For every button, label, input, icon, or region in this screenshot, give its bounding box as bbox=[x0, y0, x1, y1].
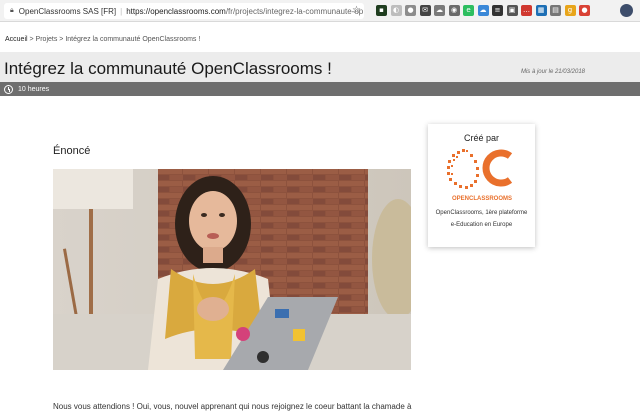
breadcrumb: Accueil > Projets > Intégrez la communau… bbox=[5, 36, 200, 43]
terminal-ext-icon[interactable]: ▪ bbox=[376, 5, 387, 16]
url-path: /fr/projects/integrez-la-communaute-op..… bbox=[225, 6, 364, 16]
grid-ext-icon[interactable]: ▤ bbox=[550, 5, 561, 16]
clock-icon bbox=[4, 84, 13, 94]
breadcrumb-home-link[interactable]: Accueil bbox=[5, 36, 28, 43]
intro-video[interactable] bbox=[53, 169, 411, 370]
hangouts-ext-icon[interactable]: ● bbox=[579, 5, 590, 16]
ublock-ext-icon[interactable]: ◉ bbox=[448, 5, 460, 16]
duration-label: 10 heures bbox=[18, 85, 50, 93]
address-bar[interactable]: 🔒︎ OpenClassrooms SAS [FR] | https://ope… bbox=[4, 3, 364, 19]
logo-pixel-dots bbox=[447, 149, 479, 189]
google-ext-icon[interactable]: g bbox=[564, 5, 576, 16]
mail-ext-icon[interactable]: ✉ bbox=[419, 5, 431, 16]
cloud-ext-icon[interactable]: ☁ bbox=[434, 5, 445, 16]
author-card: Créé par OPENCLASSROOMS OpenClassrooms, … bbox=[428, 124, 535, 247]
page-title: Intégrez la communauté OpenClassrooms ! bbox=[4, 59, 332, 78]
dashlane-ext-icon[interactable]: ▦ bbox=[535, 5, 547, 16]
author-description-line2: e-Education en Europe bbox=[450, 222, 513, 228]
updated-date: Mis à jour le 21/03/2018 bbox=[520, 69, 585, 75]
url-text[interactable]: https://openclassrooms.com/fr/projects/i… bbox=[126, 7, 364, 16]
duration-bar: 10 heures bbox=[0, 82, 640, 96]
profile-avatar-icon[interactable] bbox=[620, 4, 633, 17]
video-frame-image bbox=[53, 169, 411, 370]
created-by-label: Créé par bbox=[463, 133, 499, 143]
intro-paragraph: Nous vous attendions ! Oui, vous, nouvel… bbox=[53, 402, 412, 411]
page-header: Intégrez la communauté OpenClassrooms ! … bbox=[0, 52, 640, 82]
bookmark-star-icon[interactable]: ☆ bbox=[352, 5, 361, 16]
site-identity[interactable]: OpenClassrooms SAS [FR] bbox=[19, 7, 116, 16]
save-ext-icon[interactable]: ▣ bbox=[506, 5, 518, 16]
chat-ext-icon[interactable]: ● bbox=[405, 5, 416, 16]
lock-icon: 🔒︎ bbox=[10, 7, 14, 14]
evernote-ext-icon[interactable]: e bbox=[463, 5, 474, 16]
dark-ext-icon[interactable]: ≡ bbox=[492, 5, 503, 16]
url-host: https://openclassrooms.com bbox=[126, 6, 226, 16]
onedrive-ext-icon[interactable]: ☁ bbox=[477, 5, 489, 16]
author-description: OpenClassrooms, 1ère plateforme e-Educat… bbox=[428, 207, 535, 231]
author-description-line1: OpenClassrooms, 1ère plateforme bbox=[435, 210, 528, 216]
breadcrumb-trail[interactable]: > Projets > Intégrez la communauté OpenC… bbox=[28, 36, 201, 43]
ghost-ext-icon[interactable]: ◐ bbox=[390, 5, 402, 16]
logo-wordmark: OPENCLASSROOMS bbox=[452, 196, 512, 202]
lastpass-ext-icon[interactable]: … bbox=[521, 5, 532, 16]
openclassrooms-logo[interactable]: OPENCLASSROOMS bbox=[446, 146, 518, 207]
section-title: Énoncé bbox=[53, 145, 91, 157]
logo-c-letter bbox=[482, 149, 513, 187]
browser-toolbar: 🔒︎ OpenClassrooms SAS [FR] | https://ope… bbox=[0, 0, 640, 22]
address-separator: | bbox=[120, 6, 123, 16]
